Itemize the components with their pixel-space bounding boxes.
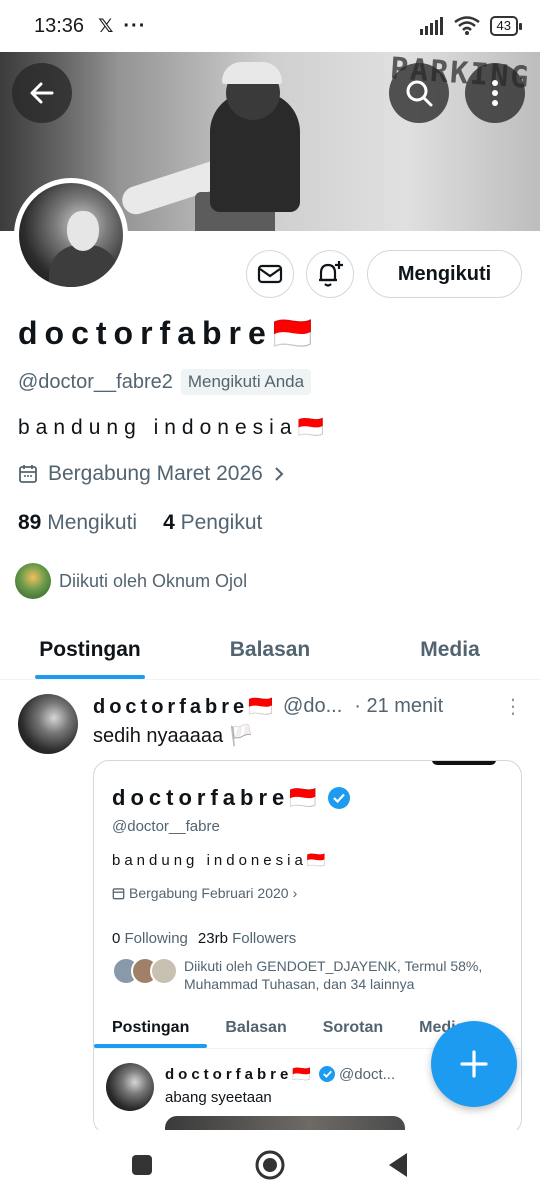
tweet-avatar[interactable] bbox=[18, 694, 78, 754]
following-button[interactable]: Mengikuti bbox=[367, 250, 522, 298]
arrow-left-icon bbox=[30, 82, 54, 104]
profile-tabs: Postingan Balasan Media bbox=[0, 620, 540, 680]
tweet-author-handle: @do... bbox=[283, 695, 343, 717]
compose-button[interactable] bbox=[431, 1021, 517, 1107]
card-tweet-text: abang syeetaan bbox=[165, 1089, 272, 1106]
display-name: doctorfabre🇮🇩 bbox=[18, 315, 320, 351]
card-display-name: doctorfabre🇮🇩 bbox=[112, 785, 350, 811]
card-joined-row: Bergabung Februari 2020 › bbox=[112, 885, 297, 901]
tweet-author-name[interactable]: doctorfabre🇮🇩 bbox=[93, 694, 277, 719]
search-icon bbox=[406, 80, 433, 107]
back-button[interactable] bbox=[12, 63, 72, 123]
card-name-text: doctorfabre🇮🇩 bbox=[112, 785, 322, 810]
card-followed-by: Diikuti oleh GENDOET_DJAYENK, Termul 58%… bbox=[112, 957, 507, 993]
card-handle: @doctor__fabre bbox=[112, 818, 220, 835]
home-icon[interactable] bbox=[254, 1149, 286, 1181]
profile-avatar[interactable] bbox=[14, 178, 128, 292]
tweet-time: · 21 menit bbox=[354, 695, 444, 717]
joined-date-row[interactable]: Bergabung Maret 2026 bbox=[18, 462, 285, 486]
x-app-icon: 𝕏 bbox=[98, 15, 114, 37]
card-followed-by-text: Diikuti oleh GENDOET_DJAYENK, Termul 58%… bbox=[184, 958, 483, 992]
following-count-link[interactable]: 89 Mengikuti bbox=[18, 511, 137, 535]
card-tweet-name: doctorfabre🇮🇩 bbox=[165, 1066, 316, 1083]
joined-date: Bergabung Maret 2026 bbox=[48, 462, 263, 485]
followers-label: Pengikut bbox=[180, 511, 263, 534]
tweet-header: doctorfabre🇮🇩 @do... · 21 menit ⋮ bbox=[93, 694, 523, 719]
envelope-icon bbox=[257, 264, 283, 284]
card-tweet-header: doctorfabre🇮🇩 @doct... bbox=[165, 1065, 396, 1084]
card-joined-text: Bergabung Februari 2020 bbox=[129, 885, 289, 901]
chevron-right-icon bbox=[275, 467, 284, 481]
card-tab-highlights: Sorotan bbox=[322, 1018, 384, 1036]
signal-icon bbox=[419, 17, 443, 35]
card-counts: 0 Following 23rb Followers bbox=[112, 930, 296, 947]
calendar-icon bbox=[19, 465, 37, 483]
status-time: 13:36 bbox=[34, 14, 85, 37]
calendar-icon bbox=[112, 887, 125, 899]
followers-count: 4 bbox=[163, 511, 175, 534]
notify-button[interactable] bbox=[306, 250, 354, 298]
card-tweet-handle: @doct... bbox=[339, 1065, 396, 1083]
banner-figure-cap bbox=[222, 62, 282, 84]
chevron-right-icon: › bbox=[292, 885, 298, 901]
avatar-face bbox=[67, 211, 99, 251]
message-button[interactable] bbox=[246, 250, 294, 298]
more-vertical-icon bbox=[492, 80, 498, 106]
bell-plus-icon bbox=[319, 261, 343, 287]
tweet-text: sedih nyaaaaa 🏳️ bbox=[93, 725, 254, 747]
card-following-label: Following bbox=[124, 930, 188, 947]
card-following-count: 0 bbox=[112, 930, 121, 947]
followed-by-row[interactable]: Diikuti oleh Oknum Ojol bbox=[15, 563, 247, 599]
wifi-icon bbox=[453, 16, 480, 35]
card-tab-replies: Balasan bbox=[225, 1018, 287, 1036]
verified-icon bbox=[319, 1066, 336, 1082]
following-count: 89 bbox=[18, 511, 42, 534]
profile-bio: bandung indonesia🇮🇩 bbox=[18, 416, 330, 439]
system-nav-bar bbox=[0, 1130, 540, 1200]
handle-row: @doctor__fabre2 Mengikuti Anda bbox=[18, 369, 312, 395]
back-nav-icon[interactable] bbox=[387, 1152, 409, 1178]
status-bar: 13:36 𝕏 ··· 43 bbox=[0, 0, 540, 52]
tab-posts[interactable]: Postingan bbox=[0, 620, 180, 679]
battery-icon: 43 bbox=[489, 16, 523, 36]
follower-avatar bbox=[15, 563, 51, 599]
card-top-bar bbox=[432, 761, 496, 765]
tweet-more-icon[interactable]: ⋮ bbox=[503, 694, 523, 719]
card-tab-posts: Postingan bbox=[94, 1007, 208, 1048]
user-handle: @doctor__fabre2 bbox=[18, 370, 173, 393]
followed-by-text: Diikuti oleh Oknum Ojol bbox=[59, 570, 248, 591]
card-bio: bandung indonesia🇮🇩 bbox=[112, 852, 330, 869]
verified-icon bbox=[327, 787, 350, 809]
more-options-button[interactable] bbox=[465, 63, 525, 123]
tab-media[interactable]: Media bbox=[360, 620, 540, 679]
followers-count-link[interactable]: 4 Pengikut bbox=[163, 511, 262, 535]
tab-replies[interactable]: Balasan bbox=[180, 620, 360, 679]
follows-you-badge: Mengikuti Anda bbox=[180, 369, 312, 395]
card-followers-count: 23rb bbox=[197, 930, 228, 947]
plus-icon bbox=[460, 1050, 488, 1078]
avatar-coat bbox=[49, 245, 119, 287]
follow-counts: 89 Mengikuti 4 Pengikut bbox=[18, 511, 262, 535]
search-button[interactable] bbox=[389, 63, 449, 123]
card-follower-avatars bbox=[112, 957, 178, 985]
notification-more-icon: ··· bbox=[123, 14, 147, 37]
card-tweet-avatar bbox=[106, 1063, 154, 1111]
card-followers-label: Followers bbox=[232, 930, 297, 947]
following-label: Mengikuti bbox=[47, 511, 138, 534]
recent-apps-icon[interactable] bbox=[131, 1154, 153, 1176]
